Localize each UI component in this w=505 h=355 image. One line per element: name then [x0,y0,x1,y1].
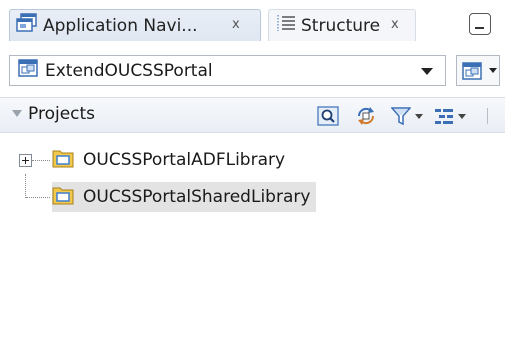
workspace-menu-button[interactable] [456,55,500,86]
tab-application-navigator[interactable]: Application Navi... x [9,9,261,41]
tree-connector [25,174,27,198]
tab-label: Structure [301,15,381,36]
tab-label: Application Navi... [43,15,198,36]
tab-strip: Application Navi... x Structure x [0,0,505,46]
options-icon[interactable] [434,105,466,127]
workspace-dropdown[interactable]: ExtendOUCSSPortal [9,55,446,86]
chevron-down-icon [489,68,497,73]
chevron-down-icon [421,68,433,75]
workspace-selector-row: ExtendOUCSSPortal [0,47,505,93]
toolbar-separator [487,108,488,124]
expand-icon[interactable] [19,154,32,167]
tree-item-oucssportalsharedlibrary[interactable]: OUCSSPortalSharedLibrary [52,182,317,212]
collapse-icon[interactable] [12,110,22,117]
tree-item-label: OUCSSPortalSharedLibrary [83,187,311,207]
project-folder-icon [52,185,74,210]
close-tab-icon[interactable]: x [391,17,399,32]
tree-connector [32,160,50,162]
projects-label: Projects [28,104,96,124]
close-tab-icon[interactable]: x [232,17,240,32]
workspace-name: ExtendOUCSSPortal [45,60,213,81]
workspace-icon [18,59,38,82]
projects-tree: OUCSSPortalADFLibrary OUCSSPortalSharedL… [0,134,505,355]
tree-connector [26,197,50,199]
tree-item-label: OUCSSPortalADFLibrary [83,150,286,170]
filter-icon[interactable] [391,105,423,127]
minimize-icon[interactable] [469,13,491,35]
tree-item-oucssportaladflibrary[interactable]: OUCSSPortalADFLibrary [52,145,291,175]
find-icon[interactable] [317,105,339,127]
structure-icon [275,13,297,38]
project-folder-icon [52,148,74,173]
application-navigator-icon [16,13,38,38]
projects-header[interactable]: Projects [0,97,505,133]
application-navigator-window: Application Navi... x Structure x Extend… [0,0,505,355]
workspace-icon [462,62,482,85]
sync-icon[interactable] [355,105,377,127]
tab-structure[interactable]: Structure x [268,9,416,41]
